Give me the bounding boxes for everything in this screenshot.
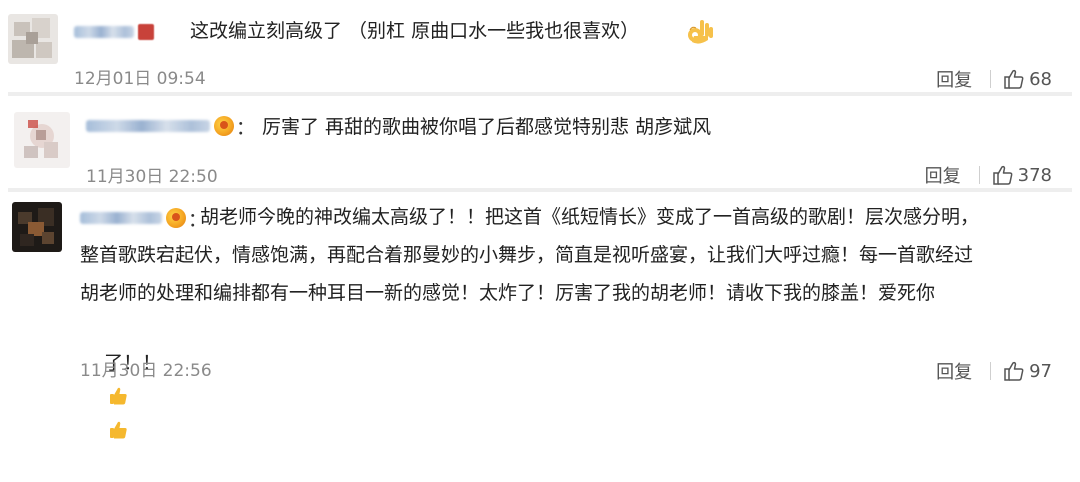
timestamp: 12月01日 09:54 <box>74 69 206 89</box>
like-button[interactable]: 378 <box>992 164 1052 186</box>
username[interactable] <box>74 20 154 44</box>
comment-item: 这改编立刻高级了 （别杠 原曲口水一些我也很喜欢） 12月01日 09:54 回… <box>0 0 1080 92</box>
avatar[interactable] <box>14 112 70 168</box>
comment-actions: 回复 378 <box>925 162 1052 188</box>
vip-badge-icon <box>214 116 234 136</box>
username[interactable]: ： <box>80 206 207 231</box>
comment-actions: 回复 68 <box>936 66 1052 92</box>
comment-text: 厉害了 再甜的歌曲被你唱了后都感觉特别悲 胡彦斌风 <box>262 116 712 138</box>
username[interactable]: ： <box>86 114 256 139</box>
vip-badge-icon <box>166 208 186 228</box>
avatar[interactable] <box>12 202 62 252</box>
comment-text-line: 整首歌跌宕起伏，情感饱满，再配合着那曼妙的小舞步，简直是视听盛宴，让我们大呼过瘾… <box>80 244 974 266</box>
comment-text-last: 了！！ <box>80 312 161 482</box>
thumbs-up-outline-icon <box>1004 69 1024 89</box>
divider <box>990 70 992 88</box>
comment-item: ： 胡老师今晚的神改编太高级了！！把这首《纸短情长》变成了一首高级的歌剧！层次感… <box>0 192 1080 439</box>
timestamp: 11月30日 22:50 <box>86 167 218 187</box>
comment-text-line: 胡老师的处理和编排都有一种耳目一新的感觉！太炸了！厉害了我的胡老师！请收下我的膝… <box>80 282 936 304</box>
ok-hand-icon <box>688 20 713 44</box>
like-button[interactable]: 97 <box>1003 360 1052 382</box>
comment-actions: 回复 97 <box>936 358 1052 384</box>
thumbs-up-outline-icon <box>1004 361 1024 381</box>
like-button[interactable]: 68 <box>1003 68 1052 90</box>
thumbs-up-icon <box>110 387 127 405</box>
thumbs-up-outline-icon <box>992 165 1013 185</box>
thumbs-up-icon <box>110 421 127 439</box>
like-count: 378 <box>1017 164 1052 186</box>
reply-button[interactable]: 回复 <box>936 358 972 384</box>
colon: ： <box>236 116 256 139</box>
comment-text-line: 胡老师今晚的神改编太高级了！！把这首《纸短情长》变成了一首高级的歌剧！层次感分明… <box>200 206 980 228</box>
reply-button[interactable]: 回复 <box>936 66 972 92</box>
comment-item: ： 厉害了 再甜的歌曲被你唱了后都感觉特别悲 胡彦斌风 11月30日 22:50… <box>0 96 1080 188</box>
divider <box>978 166 980 184</box>
divider <box>990 362 992 380</box>
timestamp: 11月30日 22:56 <box>80 361 212 381</box>
comment-text: 这改编立刻高级了 （别杠 原曲口水一些我也很喜欢） <box>190 20 640 42</box>
reply-button[interactable]: 回复 <box>925 162 961 188</box>
like-count: 68 <box>1029 68 1052 90</box>
avatar[interactable] <box>8 14 58 64</box>
like-count: 97 <box>1029 360 1052 382</box>
